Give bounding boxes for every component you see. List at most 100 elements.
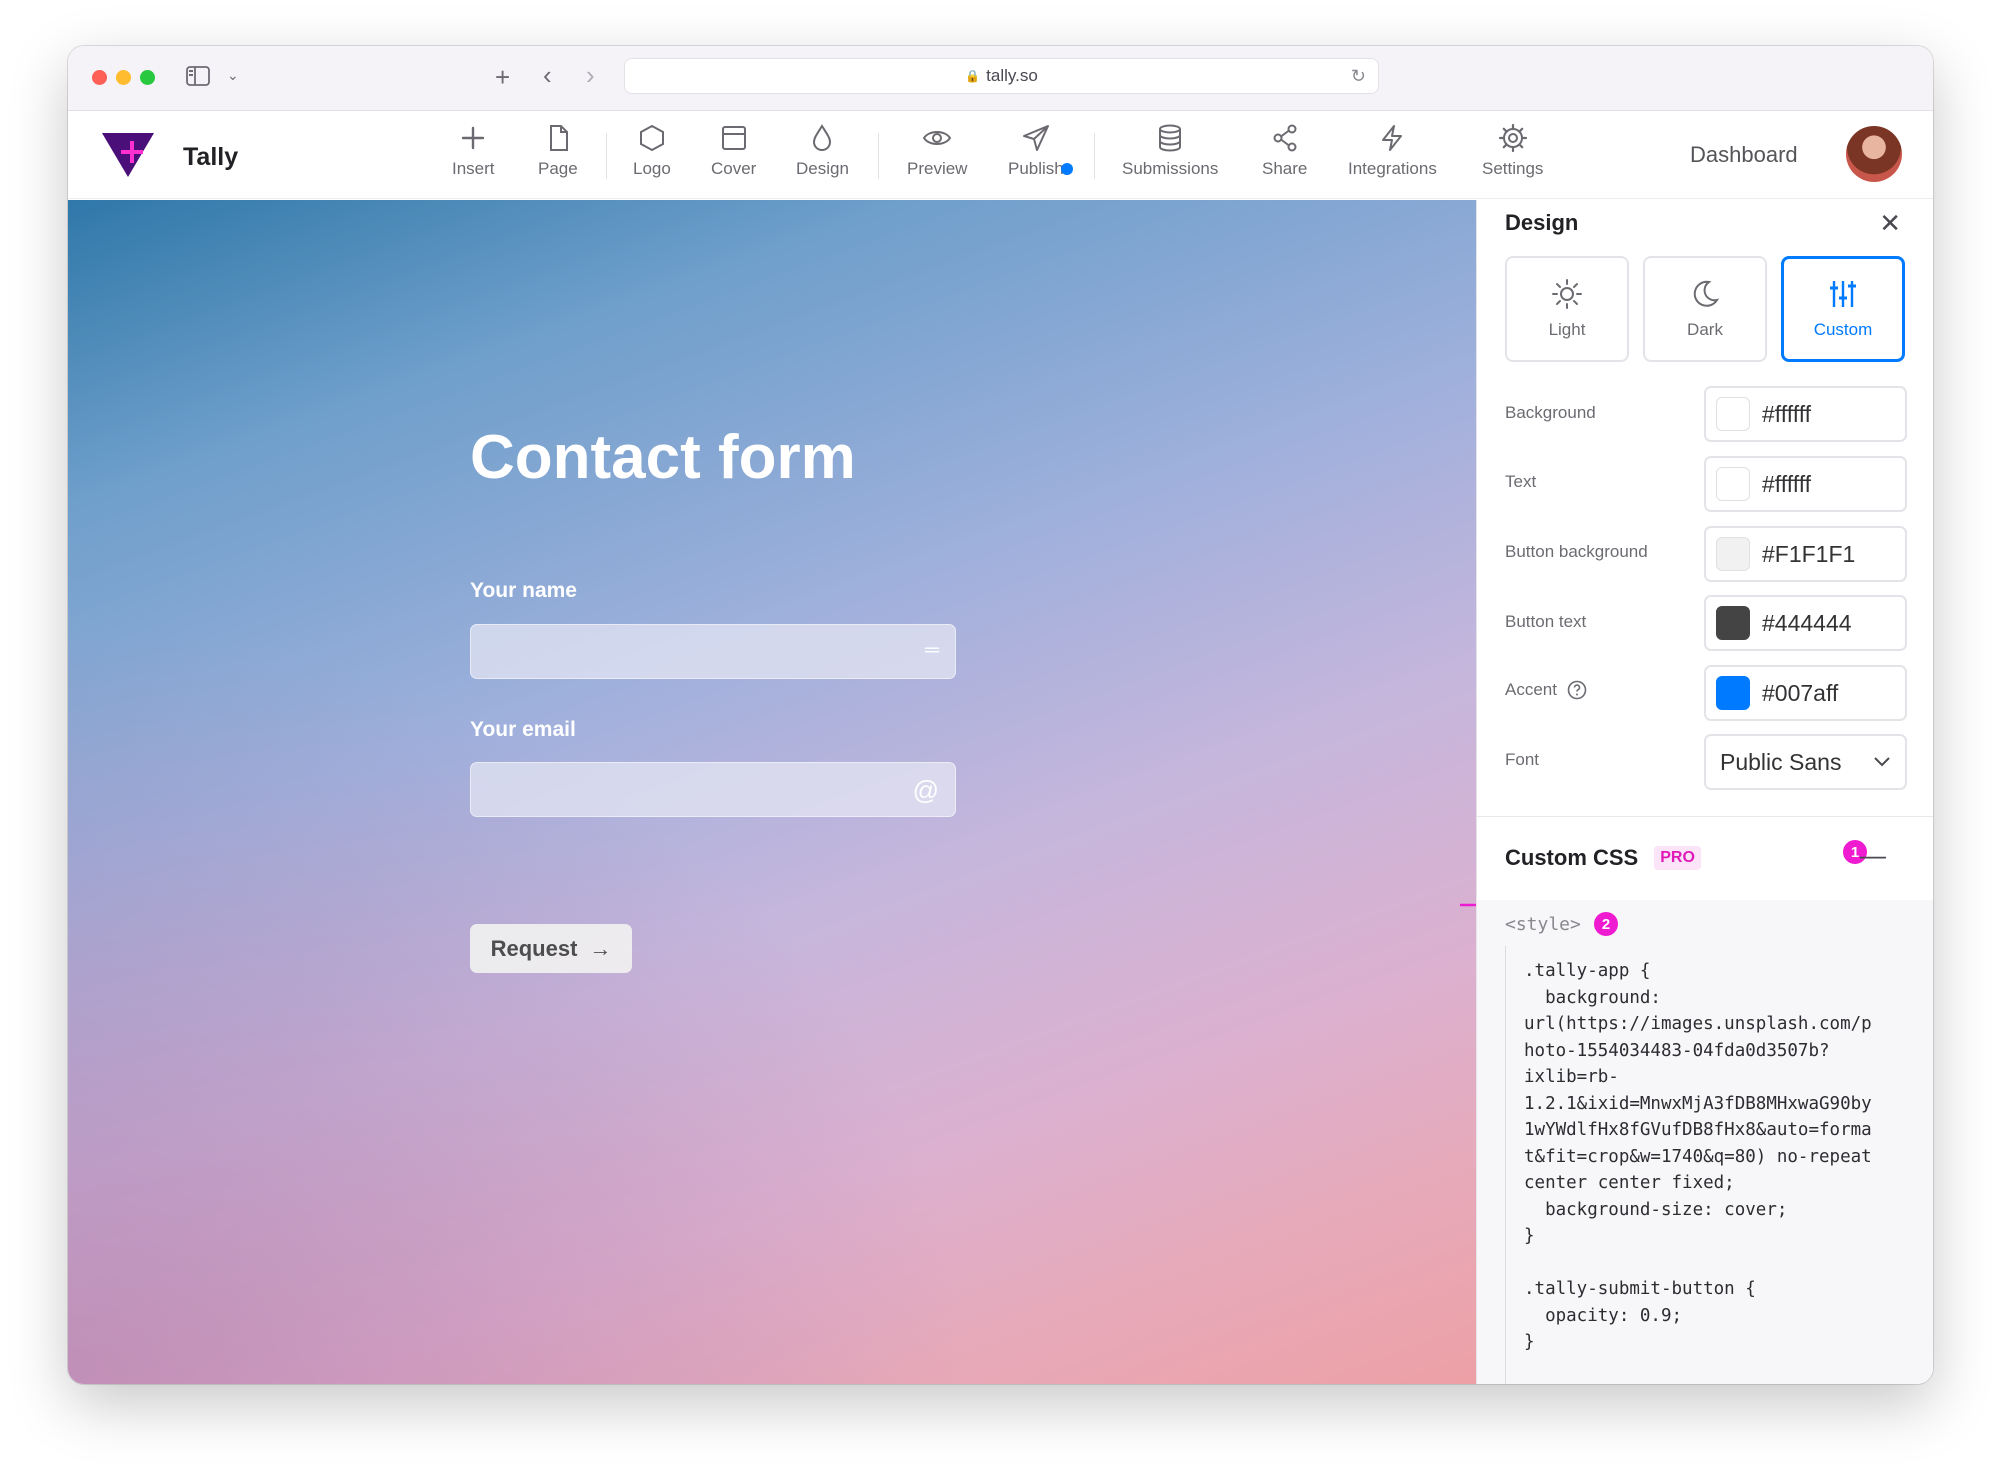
accent-color-input[interactable]: #007aff xyxy=(1704,665,1907,721)
font-label: Font xyxy=(1505,750,1540,769)
tool-submissions[interactable]: Submissions xyxy=(1122,123,1218,179)
divider xyxy=(1477,816,1933,817)
accent-swatch[interactable] xyxy=(1716,676,1750,710)
help-circle-icon[interactable] xyxy=(1567,680,1587,700)
minimize-window-button[interactable] xyxy=(116,70,131,85)
chevron-down-icon[interactable]: ⌄ xyxy=(227,68,239,82)
address-bar[interactable]: 🔒 tally.so ↻ xyxy=(624,58,1379,94)
theme-label: Dark xyxy=(1687,320,1723,339)
tool-page[interactable]: Page xyxy=(538,123,578,179)
panel-title: Design xyxy=(1505,210,1579,235)
back-icon[interactable]: ‹ xyxy=(543,62,552,88)
sidebar-toggle-icon[interactable] xyxy=(186,66,210,90)
tally-logo-icon[interactable] xyxy=(100,129,156,181)
tool-share[interactable]: Share xyxy=(1262,123,1307,179)
moon-icon xyxy=(1693,280,1720,307)
cover-icon xyxy=(721,126,746,150)
collapse-icon[interactable]: — xyxy=(1860,840,1886,871)
close-window-button[interactable] xyxy=(92,70,107,85)
custom-css-header[interactable]: Custom CSS PRO xyxy=(1505,845,1701,871)
new-tab-icon[interactable]: + xyxy=(495,64,510,90)
tool-cover[interactable]: Cover xyxy=(711,123,756,179)
tool-label: Page xyxy=(538,159,578,178)
tool-publish[interactable]: Publish xyxy=(1008,123,1073,179)
theme-label: Light xyxy=(1548,320,1586,339)
tool-insert[interactable]: Insert xyxy=(452,123,495,179)
pro-badge: PRO xyxy=(1654,846,1701,870)
color-value: #007aff xyxy=(1762,679,1839,706)
form-canvas: Contact form Your name ═ Your email @ Re… xyxy=(68,200,1476,1384)
background-label: Background xyxy=(1505,403,1596,422)
step-badge: 2 xyxy=(1594,912,1618,936)
tool-settings[interactable]: Settings xyxy=(1482,123,1543,179)
brand-name: Tally xyxy=(183,143,239,171)
toolbar-divider xyxy=(1094,133,1095,179)
background-color-input[interactable]: #ffffff xyxy=(1704,386,1907,442)
button-background-swatch[interactable] xyxy=(1716,537,1750,571)
send-icon xyxy=(1022,125,1049,151)
tool-label: Design xyxy=(796,159,849,178)
lock-icon: 🔒 xyxy=(965,69,981,83)
page-icon xyxy=(549,125,568,151)
submit-button[interactable]: Request → xyxy=(470,924,632,973)
theme-dark-button[interactable]: Dark xyxy=(1643,256,1767,362)
toolbar-divider xyxy=(606,133,607,179)
maximize-window-button[interactable] xyxy=(140,70,155,85)
button-text-label: Button text xyxy=(1505,612,1587,631)
email-field-label[interactable]: Your email xyxy=(470,718,576,742)
custom-css-title: Custom CSS xyxy=(1505,845,1639,870)
email-field[interactable]: @ xyxy=(470,762,956,817)
background-swatch[interactable] xyxy=(1716,397,1750,431)
font-select[interactable]: Public Sans xyxy=(1704,734,1907,790)
forward-icon[interactable]: › xyxy=(586,62,595,88)
notification-dot xyxy=(1061,163,1073,175)
tool-label: Logo xyxy=(633,159,671,178)
tool-label: Preview xyxy=(907,159,968,178)
tool-label: Insert xyxy=(452,159,495,178)
accent-label: Accent xyxy=(1505,680,1557,699)
hexagon-icon xyxy=(639,124,664,152)
theme-light-button[interactable]: Light xyxy=(1505,256,1629,362)
database-icon xyxy=(1159,124,1182,152)
button-background-color-input[interactable]: #F1F1F1 xyxy=(1704,526,1907,582)
eye-icon xyxy=(923,131,952,145)
gear-icon xyxy=(1498,123,1527,153)
button-background-label: Button background xyxy=(1505,542,1648,561)
text-swatch[interactable] xyxy=(1716,467,1750,501)
css-code[interactable]: .tally-app { background: url(https://ima… xyxy=(1524,958,1914,1356)
toolbar-divider xyxy=(878,133,879,179)
button-text-swatch[interactable] xyxy=(1716,606,1750,640)
text-label: Text xyxy=(1505,472,1537,491)
custom-css-editor[interactable]: <style> 2 .tally-app { background: url(h… xyxy=(1477,900,1933,1384)
dashboard-link[interactable]: Dashboard xyxy=(1690,142,1798,168)
avatar[interactable] xyxy=(1846,126,1902,182)
theme-custom-button[interactable]: Custom xyxy=(1781,256,1905,362)
tool-integrations[interactable]: Integrations xyxy=(1348,123,1437,179)
at-icon: @ xyxy=(912,775,939,805)
form-title[interactable]: Contact form xyxy=(470,422,856,493)
code-gutter xyxy=(1505,946,1506,1384)
reload-icon[interactable]: ↻ xyxy=(1351,66,1366,87)
tool-logo[interactable]: Logo xyxy=(633,123,671,179)
submit-label: Request xyxy=(490,935,578,961)
name-field[interactable]: ═ xyxy=(470,624,956,679)
button-text-color-input[interactable]: #444444 xyxy=(1704,595,1907,651)
sliders-icon xyxy=(1830,281,1856,307)
color-value: #ffffff xyxy=(1762,470,1812,497)
name-field-label[interactable]: Your name xyxy=(470,579,577,603)
text-color-input[interactable]: #ffffff xyxy=(1704,456,1907,512)
close-icon[interactable]: ✕ xyxy=(1879,208,1901,239)
tool-design[interactable]: Design xyxy=(796,123,849,179)
browser-window: ⌄ + ‹ › 🔒 tally.so ↻ Tally Insert Page L… xyxy=(68,46,1933,1384)
url-text: tally.so xyxy=(986,66,1038,85)
bolt-icon xyxy=(1382,125,1403,151)
sun-icon xyxy=(1552,279,1582,309)
tool-label: Settings xyxy=(1482,159,1544,178)
tool-preview[interactable]: Preview xyxy=(907,123,967,179)
tool-label: Publish xyxy=(1008,159,1064,178)
tool-label: Submissions xyxy=(1122,159,1219,178)
style-tag: <style> xyxy=(1505,914,1581,935)
plus-icon xyxy=(462,126,485,150)
color-value: #ffffff xyxy=(1762,400,1812,427)
chevron-down-icon xyxy=(1874,757,1890,767)
